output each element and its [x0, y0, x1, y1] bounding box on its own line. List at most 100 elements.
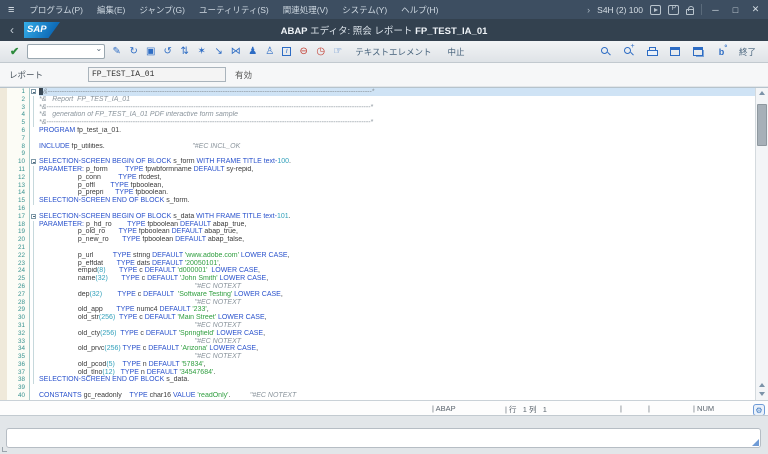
- code-text[interactable]: empid(8) TYPE c DEFAULT 'd000001' LOWER …: [39, 267, 768, 275]
- abort-button[interactable]: 中止: [447, 46, 464, 58]
- code-text[interactable]: old_pcod(5) TYPE n DEFAULT '57834',: [39, 361, 768, 369]
- code-text[interactable]: old_prvc(256) TYPE c DEFAULT 'Arizona' L…: [39, 345, 768, 353]
- code-text[interactable]: dep(32) TYPE c DEFAULT 'Software Testing…: [39, 291, 768, 299]
- menu-item-0[interactable]: プログラム(P): [29, 4, 83, 16]
- code-text[interactable]: "#EC NOTEXT: [39, 322, 768, 330]
- unlock-icon[interactable]: [686, 9, 694, 15]
- code-line: 19 p_old_ro TYPE fpboolean DEFAULT abap_…: [0, 228, 768, 236]
- code-text[interactable]: "#EC NOTEXT: [39, 353, 768, 361]
- menu-item-4[interactable]: 関連処理(V): [283, 4, 328, 16]
- menu-item-6[interactable]: ヘルプ(H): [401, 4, 438, 16]
- code-text[interactable]: p_old_ro TYPE fpboolean DEFAULT abap_tru…: [39, 228, 768, 236]
- menu-item-5[interactable]: システム(Y): [342, 4, 387, 16]
- command-field[interactable]: [27, 44, 105, 59]
- deactivate-icon[interactable]: ⊖: [296, 43, 311, 60]
- code-text[interactable]: p_effdat TYPE dats DEFAULT '20050101',: [39, 260, 768, 268]
- code-text[interactable]: [39, 150, 768, 158]
- code-text[interactable]: old_app TYPE numc4 DEFAULT '233',: [39, 306, 768, 314]
- maximize-button[interactable]: □: [729, 5, 742, 15]
- find-icon[interactable]: [599, 43, 614, 60]
- code-text[interactable]: PARAMETER: p_hd_ro TYPE fpboolean DEFAUL…: [39, 221, 768, 229]
- resize-grip-icon[interactable]: [752, 439, 759, 446]
- pointer-icon[interactable]: ☞: [330, 43, 345, 60]
- abap-code-editor[interactable]: 1*&-------------------------------------…: [0, 87, 768, 415]
- code-line: 7: [0, 135, 768, 143]
- code-text[interactable]: *&--------------------------------------…: [39, 119, 768, 127]
- info-icon[interactable]: i: [279, 43, 294, 60]
- shortcut-icon[interactable]: b: [714, 43, 729, 60]
- hamburger-icon[interactable]: ≡: [8, 4, 14, 16]
- enter-button[interactable]: ✔: [10, 45, 19, 58]
- print-icon[interactable]: [645, 43, 660, 60]
- display-change-icon[interactable]: ✎: [109, 43, 124, 60]
- compare-icon[interactable]: ⇅: [177, 43, 192, 60]
- copy-object-icon[interactable]: ▣: [143, 43, 158, 60]
- collapse-icon[interactable]: [31, 214, 36, 219]
- code-text[interactable]: "#EC NOTEXT: [39, 283, 768, 291]
- code-text[interactable]: INCLUDE fp_utilities. "#EC INCL_OK: [39, 143, 768, 151]
- minimize-button[interactable]: ─: [709, 5, 722, 15]
- code-text[interactable]: [39, 384, 768, 392]
- code-text[interactable]: "#EC NOTEXT: [39, 338, 768, 346]
- code-text[interactable]: "#EC NOTEXT: [39, 299, 768, 307]
- scroll-down-icon[interactable]: [759, 392, 765, 396]
- exit-button[interactable]: 終了: [739, 46, 756, 58]
- code-text[interactable]: *& generation of FP_TEST_IA_01 PDF inter…: [39, 111, 768, 119]
- code-text[interactable]: old_tlno(12) TYPE n DEFAULT '34547684'.: [39, 369, 768, 377]
- windows-icon[interactable]: [691, 43, 706, 60]
- code-text[interactable]: *&--------------------------------------…: [39, 88, 768, 96]
- code-line: 15SELECTION-SCREEN END OF BLOCK s_form.: [0, 197, 768, 205]
- execute-icon[interactable]: ↘: [211, 43, 226, 60]
- code-text[interactable]: [39, 205, 768, 213]
- code-area[interactable]: 1*&-------------------------------------…: [0, 88, 768, 401]
- code-line: 11PARAMETER: p_form TYPE fpwbformname DE…: [0, 166, 768, 174]
- corner-mark: [2, 447, 7, 452]
- report-name-field[interactable]: [88, 67, 226, 82]
- fold-column: [30, 314, 39, 322]
- code-text[interactable]: PARAMETER: p_form TYPE fpwbformname DEFA…: [39, 166, 768, 174]
- code-text[interactable]: p_prepri TYPE fpboolean.: [39, 189, 768, 197]
- new-window-icon[interactable]: [668, 43, 683, 60]
- code-text[interactable]: name(32) TYPE c DEFAULT 'John Smith' LOW…: [39, 275, 768, 283]
- menu-item-3[interactable]: ユーティリティ(S): [199, 4, 269, 16]
- code-text[interactable]: p_new_ro TYPE fpboolean DEFAULT abap_fal…: [39, 236, 768, 244]
- refresh-icon[interactable]: ↻: [126, 43, 141, 60]
- collapse-icon[interactable]: [31, 89, 36, 94]
- collapse-icon[interactable]: [31, 159, 36, 164]
- where-used-icon[interactable]: ⋈: [228, 43, 243, 60]
- line-number: 18: [0, 221, 30, 229]
- quick-view-icon[interactable]: [650, 5, 661, 15]
- scrollbar-thumb[interactable]: [757, 104, 767, 146]
- undo-icon[interactable]: ↺: [160, 43, 175, 60]
- code-text[interactable]: p_conn TYPE rfcdest,: [39, 174, 768, 182]
- code-text[interactable]: SELECTION-SCREEN BEGIN OF BLOCK s_data W…: [39, 213, 768, 221]
- close-button[interactable]: ✕: [749, 4, 762, 15]
- code-text[interactable]: p_url TYPE string DEFAULT 'www.adobe.com…: [39, 252, 768, 260]
- code-text[interactable]: *& Report FP_TEST_IA_01: [39, 96, 768, 104]
- breakpoint-icon[interactable]: ◷: [313, 43, 328, 60]
- user-icon[interactable]: ♟: [245, 43, 260, 60]
- code-text[interactable]: old_cty(256) TYPE c DEFAULT 'Springfield…: [39, 330, 768, 338]
- scroll-up-icon[interactable]: [759, 91, 765, 95]
- code-text[interactable]: old_str(256) TYPE c DEFAULT 'Main Street…: [39, 314, 768, 322]
- code-text[interactable]: SELECTION-SCREEN END OF BLOCK s_form.: [39, 197, 768, 205]
- code-text[interactable]: SELECTION-SCREEN END OF BLOCK s_data.: [39, 376, 768, 384]
- activate-icon[interactable]: ✶: [194, 43, 209, 60]
- chevron-right-icon[interactable]: ›: [587, 5, 590, 15]
- performance-icon[interactable]: [668, 5, 679, 15]
- code-text[interactable]: *&--------------------------------------…: [39, 104, 768, 112]
- code-text[interactable]: CONSTANTS gc_readonly TYPE char16 VALUE …: [39, 392, 768, 400]
- find-next-icon[interactable]: +: [622, 43, 637, 60]
- status-message-box[interactable]: [6, 428, 761, 448]
- code-text[interactable]: SELECTION-SCREEN BEGIN OF BLOCK s_form W…: [39, 158, 768, 166]
- menu-item-2[interactable]: ジャンプ(G): [139, 4, 185, 16]
- text-elements-button[interactable]: テキストエレメント: [355, 46, 431, 58]
- menu-item-1[interactable]: 編集(E): [97, 4, 125, 16]
- test-user-icon[interactable]: ♙: [262, 43, 277, 60]
- scroll-up2-icon[interactable]: [759, 383, 765, 387]
- code-text[interactable]: PROGRAM fp_test_ia_01.: [39, 127, 768, 135]
- code-text[interactable]: [39, 135, 768, 143]
- code-text[interactable]: [39, 244, 768, 252]
- vertical-scrollbar[interactable]: [755, 88, 768, 401]
- code-text[interactable]: p_offl TYPE fpboolean,: [39, 182, 768, 190]
